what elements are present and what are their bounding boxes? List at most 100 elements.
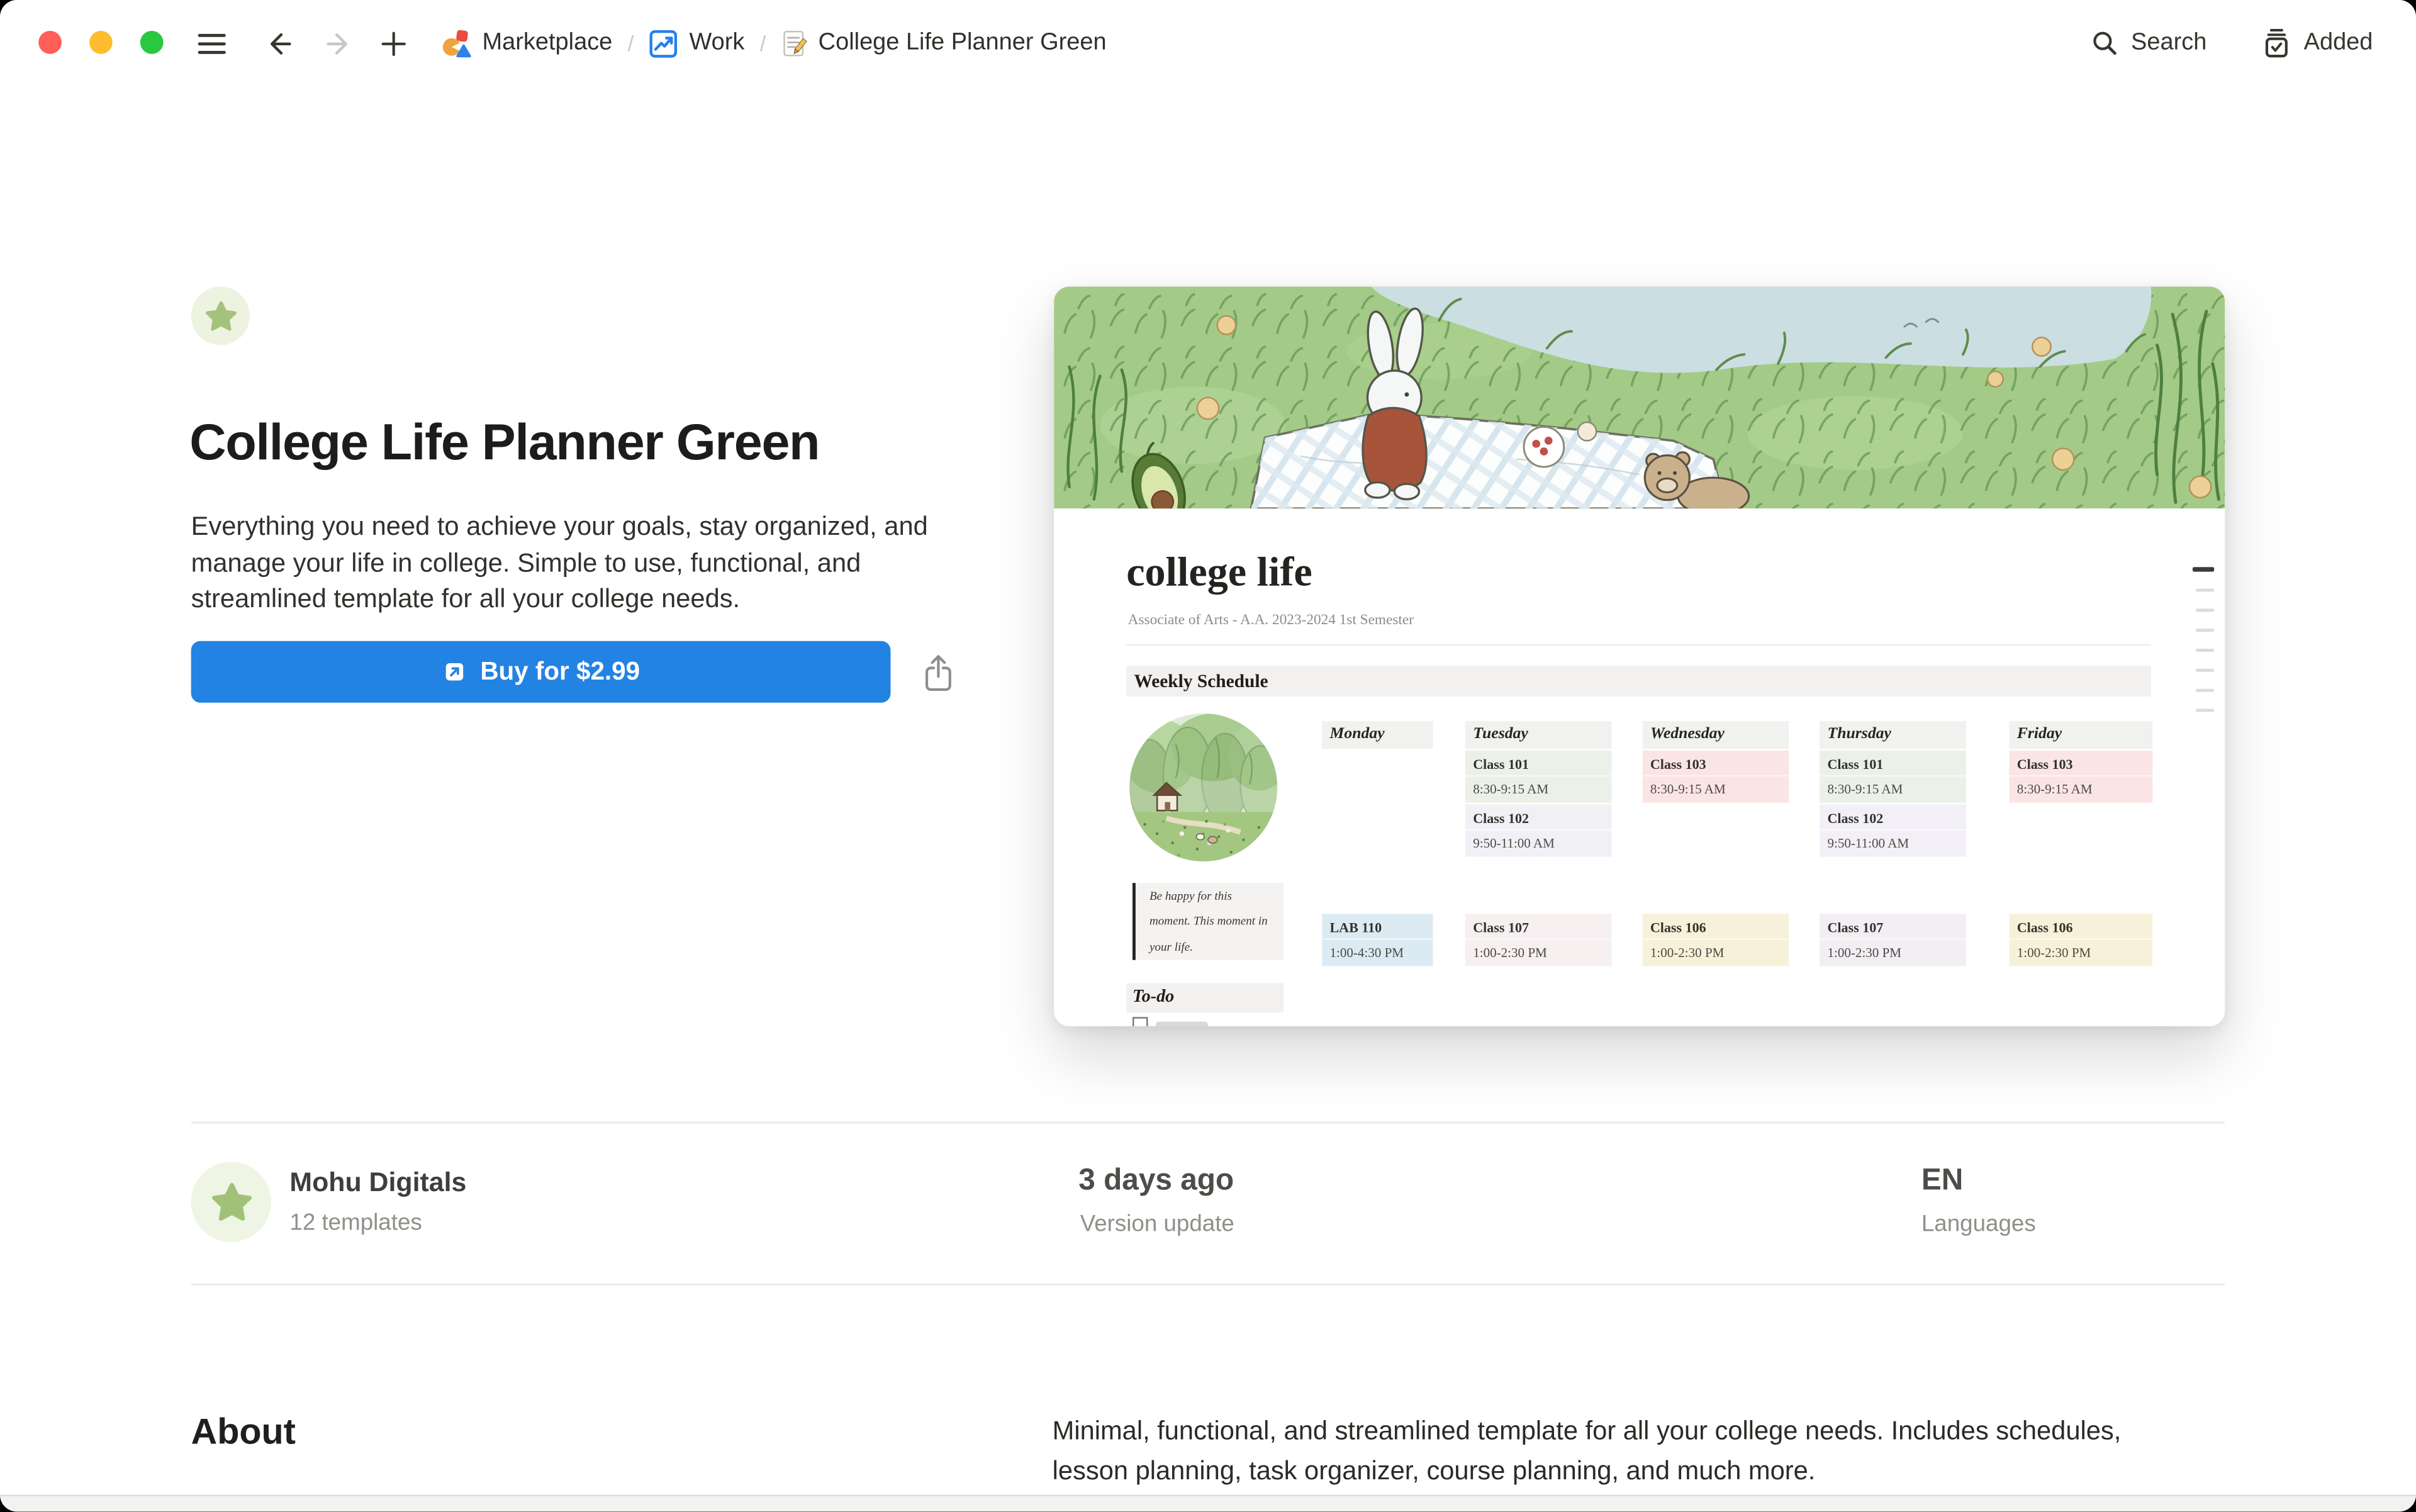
todo-heading: To-do [1126, 983, 1284, 1012]
updated-value: 3 days ago [1078, 1163, 1234, 1199]
cursor-pointer [2354, 0, 2416, 43]
schedule-cell: LAB 1101:00-4:30 PM [1322, 914, 1433, 966]
green-star-icon [210, 1181, 252, 1223]
schedule-column-friday: FridayClass 1038:30-9:15 AMClass 1061:00… [2009, 721, 2152, 804]
share-icon [920, 652, 957, 695]
outline-dash [2196, 628, 2214, 631]
share-button[interactable] [917, 652, 960, 695]
quote-block: Be happy for this moment. This moment in… [1132, 883, 1284, 960]
divider [191, 1284, 2225, 1285]
class-time: 1:00-2:30 PM [2009, 940, 2152, 966]
close-window-button[interactable] [38, 31, 62, 54]
schedule-day-header: Tuesday [1465, 721, 1612, 749]
minimize-window-button[interactable] [89, 31, 113, 54]
breadcrumb-item-marketplace[interactable]: Marketplace [440, 28, 612, 59]
memo-pencil-icon [781, 28, 808, 58]
search-button[interactable]: Search [2091, 30, 2206, 57]
breadcrumb: Marketplace / Work / [440, 0, 1106, 86]
new-tab-icon[interactable] [379, 30, 408, 59]
schedule-day-header: Thursday [1820, 721, 1966, 749]
breadcrumb-item-page[interactable]: College Life Planner Green [781, 28, 1107, 58]
schedule-cell: Class 1018:30-9:15 AM [1820, 751, 1966, 803]
author-name[interactable]: Mohu Digitals [289, 1167, 466, 1199]
back-icon[interactable] [265, 30, 294, 59]
buy-button[interactable]: Buy for $2.99 [191, 641, 891, 703]
class-name: Class 107 [1820, 914, 1966, 940]
class-name: Class 102 [1820, 804, 1966, 831]
page-description: Everything you need to achieve your goal… [191, 508, 973, 617]
breadcrumb-label: Work [689, 30, 744, 57]
search-label: Search [2131, 30, 2206, 57]
class-time: 9:50-11:00 AM [1465, 831, 1612, 857]
class-time: 1:00-2:30 PM [1465, 940, 1612, 966]
author-avatar[interactable] [191, 1162, 271, 1242]
class-name: Class 101 [1820, 751, 1966, 777]
picnic-banner-illustration [1054, 287, 2225, 509]
schedule-cell: Class 1038:30-9:15 AM [2009, 751, 2152, 803]
class-name: Class 103 [2009, 751, 2152, 777]
template-avatar [191, 287, 250, 345]
schedule-day-header: Friday [2009, 721, 2152, 749]
schedule-column-wednesday: WednesdayClass 1038:30-9:15 AMClass 1061… [1643, 721, 1789, 804]
outline-dash [2196, 668, 2214, 671]
schedule-cell: Class 1038:30-9:15 AM [1643, 751, 1789, 803]
outline-dash [2196, 648, 2214, 651]
class-name: Class 102 [1465, 804, 1612, 831]
class-name: LAB 110 [1322, 914, 1433, 940]
external-link-icon [442, 659, 466, 684]
breadcrumb-separator: / [756, 31, 771, 55]
class-time: 9:50-11:00 AM [1820, 831, 1966, 857]
class-time: 8:30-9:15 AM [1643, 776, 1789, 803]
marketplace-icon [440, 28, 471, 59]
preview-page-title: college life [1126, 549, 1312, 596]
language-label: Languages [1921, 1211, 2036, 1238]
schedule-column-tuesday: TuesdayClass 1018:30-9:15 AMClass 1029:5… [1465, 721, 1612, 858]
outline-dash [2193, 567, 2214, 571]
app-window: Marketplace / Work / [0, 0, 2416, 1511]
author-templates-count: 12 templates [289, 1209, 422, 1236]
class-time: 1:00-4:30 PM [1322, 940, 1433, 966]
zoom-window-button[interactable] [140, 31, 164, 54]
outline-dash [2196, 688, 2214, 691]
updated-label: Version update [1080, 1211, 1234, 1238]
about-body: Minimal, functional, and streamlined tem… [1053, 1411, 2127, 1491]
todo-checkbox [1132, 1017, 1148, 1026]
preview-divider [1126, 644, 2151, 646]
template-preview-card: college life Associate of Arts - A.A. 20… [1054, 287, 2225, 1027]
breadcrumb-item-work[interactable]: Work [649, 28, 745, 58]
bottom-strip [0, 1495, 2416, 1512]
forward-icon[interactable] [323, 30, 353, 59]
outline-dash [2196, 588, 2214, 591]
class-time: 1:00-2:30 PM [1820, 940, 1966, 966]
schedule-column-monday: MondayLAB 1101:00-4:30 PM [1322, 721, 1433, 751]
class-name: Class 107 [1465, 914, 1612, 940]
class-name: Class 106 [2009, 914, 2152, 940]
schedule-cell: Class 1018:30-9:15 AM [1465, 751, 1612, 803]
class-name: Class 101 [1465, 751, 1612, 777]
schedule-cell: Class 1061:00-2:30 PM [2009, 914, 2152, 966]
buy-button-label: Buy for $2.99 [480, 657, 640, 686]
schedule-day-header: Wednesday [1643, 721, 1789, 749]
schedule-day-header: Monday [1322, 721, 1433, 749]
added-box-check-icon [2262, 28, 2292, 59]
outline-dash [2196, 708, 2214, 711]
language-value: EN [1921, 1163, 1963, 1199]
divider [191, 1122, 2225, 1123]
green-star-icon [204, 300, 236, 332]
schedule-cell: Class 1061:00-2:30 PM [1643, 914, 1789, 966]
outline-dash [2196, 608, 2214, 611]
work-chart-icon [649, 28, 679, 58]
page-outline-indicator [2193, 567, 2214, 711]
class-name: Class 103 [1643, 751, 1789, 777]
menu-icon[interactable] [197, 30, 226, 59]
breadcrumb-label: Marketplace [483, 30, 613, 57]
weekly-schedule-heading: Weekly Schedule [1126, 666, 2151, 697]
class-time: 8:30-9:15 AM [1820, 776, 1966, 803]
preview-page-subtitle: Associate of Arts - A.A. 2023-2024 1st S… [1128, 613, 1414, 629]
page-title: College Life Planner Green [189, 413, 819, 472]
breadcrumb-separator: / [623, 31, 638, 55]
schedule-cell: Class 1029:50-11:00 AM [1820, 804, 1966, 856]
schedule-cell: Class 1029:50-11:00 AM [1465, 804, 1612, 856]
class-time: 1:00-2:30 PM [1643, 940, 1789, 966]
class-time: 8:30-9:15 AM [2009, 776, 2152, 803]
